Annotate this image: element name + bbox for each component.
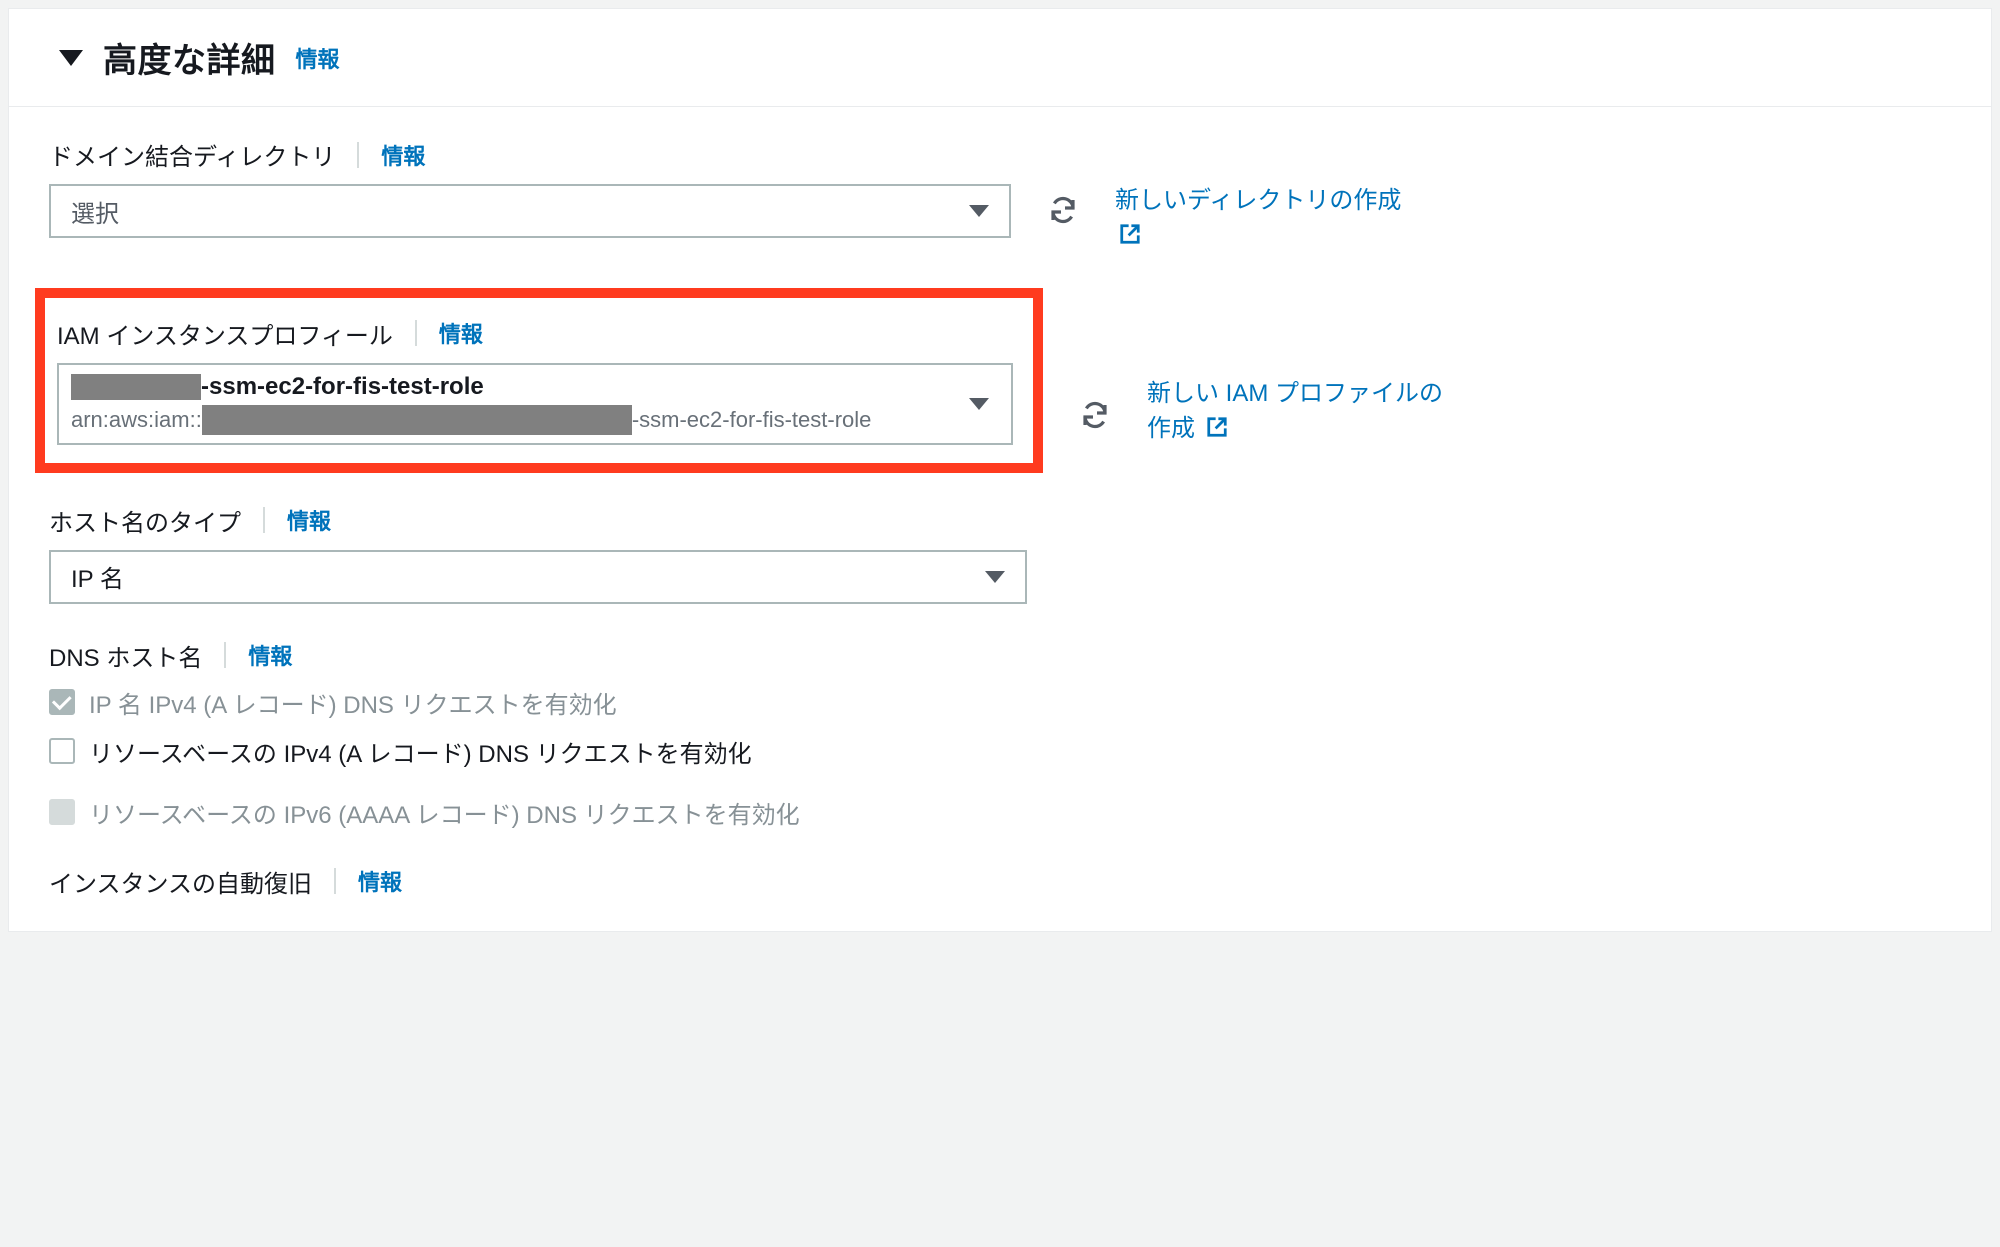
panel-title: 高度な詳細	[103, 33, 276, 82]
create-directory-link[interactable]: 新しいディレクトリの作成	[1115, 184, 1415, 254]
domain-directory-select[interactable]: 選択	[49, 184, 1011, 238]
checkbox-icon	[49, 689, 75, 715]
field-label: インスタンスの自動復旧	[49, 864, 312, 899]
redacted-text	[202, 405, 632, 435]
highlight-box: IAM インスタンスプロフィール 情報 -ssm-ec2-for-fis-tes…	[35, 288, 1043, 473]
checkbox-icon	[49, 799, 75, 825]
checkbox-label: リソースベースの IPv6 (AAAA レコード) DNS リクエストを有効化	[89, 795, 800, 830]
chevron-down-icon	[969, 205, 989, 217]
info-link[interactable]: 情報	[296, 42, 340, 74]
iam-profile-row: IAM インスタンスプロフィール 情報 -ssm-ec2-for-fis-tes…	[49, 288, 1951, 503]
external-link-icon	[1206, 416, 1228, 438]
hostname-type-select[interactable]: IP 名	[49, 550, 1027, 604]
info-link[interactable]: 情報	[248, 639, 292, 671]
arn-suffix: -ssm-ec2-for-fis-test-role	[632, 407, 872, 433]
separator	[357, 142, 359, 168]
select-value: IP 名	[71, 559, 124, 594]
dns-hostname-field: DNS ホスト名 情報 IP 名 IPv4 (A レコード) DNS リクエスト…	[49, 638, 1951, 830]
separator	[334, 868, 336, 894]
field-label: IAM インスタンスプロフィール	[57, 316, 393, 351]
link-text: 新しいディレクトリの作成	[1115, 187, 1401, 214]
info-link[interactable]: 情報	[381, 139, 425, 171]
checkbox-resource-ipv6: リソースベースの IPv6 (AAAA レコード) DNS リクエストを有効化	[49, 795, 1951, 830]
info-link[interactable]: 情報	[287, 504, 331, 536]
redacted-text	[71, 374, 201, 400]
value-suffix: -ssm-ec2-for-fis-test-role	[201, 373, 484, 401]
refresh-button[interactable]	[1039, 186, 1087, 234]
select-subvalue: arn:aws:iam:: -ssm-ec2-for-fis-test-role	[71, 405, 991, 435]
link-text: 新しい IAM プロファイルの作成	[1147, 380, 1443, 442]
panel-body: ドメイン結合ディレクトリ 情報 選択 新しいディレクトリの作成	[9, 107, 1991, 931]
separator	[224, 642, 226, 668]
checkbox-ipv4-a-record: IP 名 IPv4 (A レコード) DNS リクエストを有効化	[49, 685, 1951, 720]
refresh-button[interactable]	[1071, 391, 1119, 439]
separator	[263, 507, 265, 533]
caret-down-icon	[59, 50, 83, 66]
chevron-down-icon	[985, 571, 1005, 583]
select-placeholder: 選択	[71, 194, 119, 229]
external-link-icon	[1119, 223, 1141, 245]
field-label: DNS ホスト名	[49, 638, 202, 673]
select-value: -ssm-ec2-for-fis-test-role	[71, 373, 991, 401]
auto-recovery-field: インスタンスの自動復旧 情報	[49, 864, 1951, 899]
checkbox-icon[interactable]	[49, 738, 75, 764]
chevron-down-icon	[969, 398, 989, 410]
checkbox-label: リソースベースの IPv4 (A レコード) DNS リクエストを有効化	[89, 734, 752, 769]
info-link[interactable]: 情報	[358, 865, 402, 897]
checkbox-resource-ipv4[interactable]: リソースベースの IPv4 (A レコード) DNS リクエストを有効化	[49, 734, 1951, 769]
info-link[interactable]: 情報	[439, 317, 483, 349]
checkbox-label: IP 名 IPv4 (A レコード) DNS リクエストを有効化	[89, 685, 617, 720]
refresh-icon	[1047, 194, 1079, 226]
arn-prefix: arn:aws:iam::	[71, 407, 202, 433]
iam-profile-select[interactable]: -ssm-ec2-for-fis-test-role arn:aws:iam::…	[57, 363, 1013, 445]
domain-directory-field: ドメイン結合ディレクトリ 情報 選択 新しいディレクトリの作成	[49, 137, 1951, 254]
field-label: ドメイン結合ディレクトリ	[49, 137, 335, 172]
panel-header[interactable]: 高度な詳細 情報	[9, 9, 1991, 107]
hostname-type-field: ホスト名のタイプ 情報 IP 名	[49, 503, 1951, 604]
separator	[415, 320, 417, 346]
refresh-icon	[1079, 399, 1111, 431]
create-iam-profile-link[interactable]: 新しい IAM プロファイルの作成	[1147, 377, 1447, 447]
field-label: ホスト名のタイプ	[49, 503, 241, 538]
advanced-details-panel: 高度な詳細 情報 ドメイン結合ディレクトリ 情報 選択	[8, 8, 1992, 932]
